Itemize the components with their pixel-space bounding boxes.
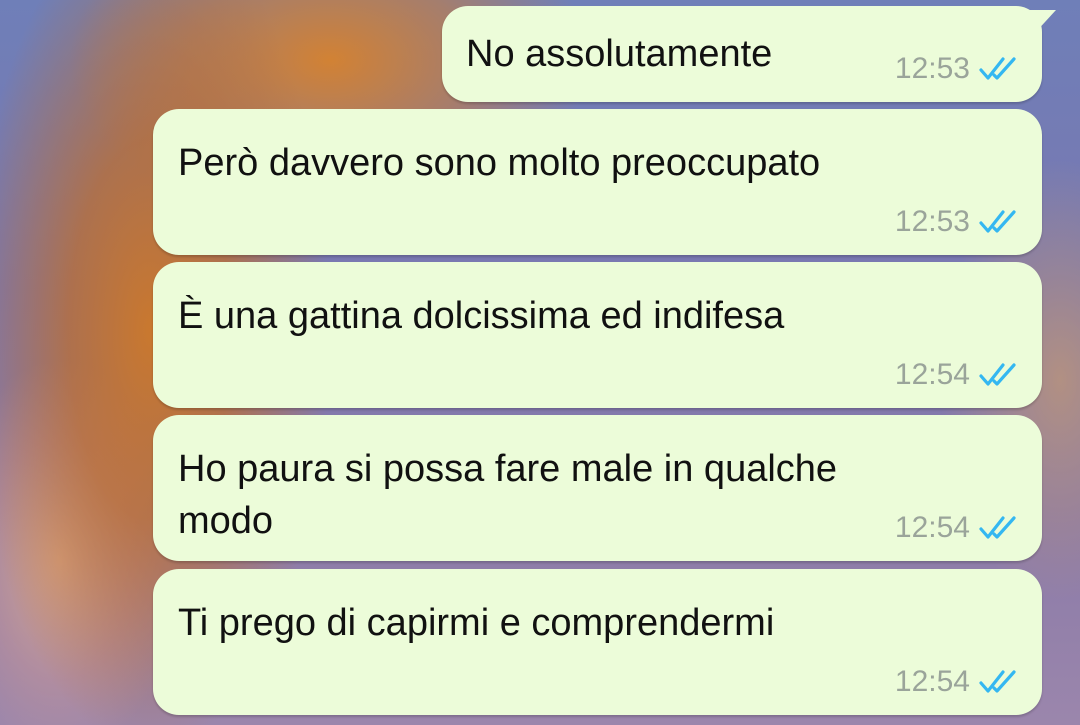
message-meta: 12:54 [895, 358, 1020, 392]
outgoing-message[interactable]: Però davvero sono molto preoccupato 12:5… [153, 109, 1042, 255]
message-text: Però davvero sono molto preoccupato [178, 142, 821, 184]
bubble-tail [1026, 10, 1056, 34]
message-time: 12:54 [894, 511, 970, 544]
message-time: 12:53 [894, 205, 970, 238]
message-text: Ti prego di capirmi e comprendermi [178, 602, 775, 644]
message-text: No assolutamente [466, 33, 773, 75]
message-text: È una gattina dolcissima ed indifesa [178, 295, 785, 337]
outgoing-message[interactable]: È una gattina dolcissima ed indifesa 12:… [153, 262, 1042, 408]
outgoing-message[interactable]: No assolutamente 12:53 [442, 6, 1056, 102]
double-check-read-icon [979, 210, 1016, 233]
message-meta: 12:54 [895, 665, 1020, 699]
message-list[interactable]: No assolutamente 12:53 Però davvero sono… [0, 0, 1080, 725]
double-check-read-icon [979, 57, 1016, 80]
message-meta: 12:54 [895, 511, 1020, 545]
message-time: 12:54 [894, 358, 970, 391]
message-time: 12:54 [894, 665, 970, 698]
double-check-read-icon [979, 363, 1016, 386]
double-check-read-icon [979, 516, 1016, 539]
message-time: 12:53 [894, 52, 970, 85]
message-text: Ho paura si possa fare male in qualche m… [178, 448, 838, 542]
outgoing-message[interactable]: Ti prego di capirmi e comprendermi 12:54 [153, 569, 1042, 715]
message-meta: 12:53 [895, 52, 1020, 86]
message-meta: 12:53 [895, 205, 1020, 239]
double-check-read-icon [979, 670, 1016, 693]
outgoing-message[interactable]: Ho paura si possa fare male in qualche m… [153, 415, 1042, 561]
